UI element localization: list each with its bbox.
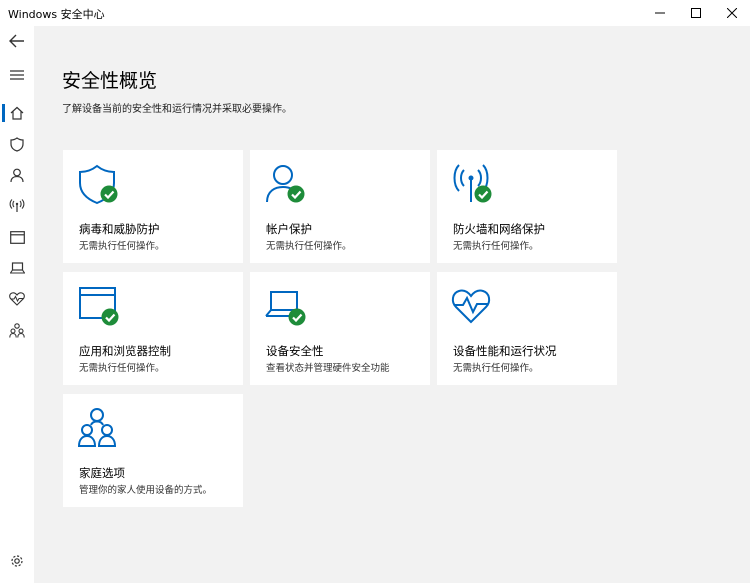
tile-status: 无需执行任何操作。 [453,363,539,374]
nav-home[interactable] [0,98,34,128]
menu-button[interactable] [0,60,34,90]
checkmark-badge [101,308,119,326]
family-icon [77,408,117,447]
wireless-icon [453,164,492,203]
tile-title: 设备性能和运行状况 [453,344,557,358]
title-bar: Windows 安全中心 [0,0,750,26]
back-icon [9,34,24,48]
nav-app-browser-control[interactable] [0,222,34,252]
tile-device-security[interactable]: 设备安全性 查看状态并管理硬件安全功能 [250,272,430,385]
minimize-icon [655,12,665,14]
tile-firewall-network[interactable]: 防火墙和网络保护 无需执行任何操作。 [437,150,617,263]
nav-firewall[interactable] [0,191,34,221]
tile-family-options[interactable]: 家庭选项 管理你的家人使用设备的方式。 [63,394,243,507]
nav-device-performance[interactable] [0,284,34,314]
tile-title: 家庭选项 [79,466,125,480]
nav-family-options[interactable] [0,315,34,345]
maximize-icon [691,8,701,18]
checkmark-badge [474,185,492,203]
back-button[interactable] [0,26,34,56]
menu-icon [10,70,24,80]
nav-device-security[interactable] [0,253,34,283]
page-subtitle: 了解设备当前的安全性和运行情况并采取必要操作。 [62,104,292,115]
settings-button[interactable] [0,546,34,576]
checkmark-badge [288,308,306,326]
tile-virus-threat-protection[interactable]: 病毒和威胁防护 无需执行任何操作。 [63,150,243,263]
family-icon [9,322,25,338]
close-icon [727,8,737,18]
tile-title: 应用和浏览器控制 [79,344,171,358]
tile-title: 病毒和威胁防护 [79,222,160,236]
tile-account-protection[interactable]: 帐户保护 无需执行任何操作。 [250,150,430,263]
nav-account-protection[interactable] [0,160,34,190]
close-button[interactable] [712,0,750,26]
nav-virus-protection[interactable] [0,129,34,159]
tile-status: 无需执行任何操作。 [266,241,352,252]
heart-pulse-icon [9,292,25,306]
tile-status: 无需执行任何操作。 [79,241,165,252]
wireless-icon [9,199,25,212]
tile-status: 无需执行任何操作。 [79,363,165,374]
browser-window-icon [79,287,119,326]
shield-icon [79,164,118,205]
person-icon [10,168,24,182]
tile-title: 帐户保护 [266,222,312,236]
nav-rail [0,26,34,583]
home-icon [10,106,24,120]
gear-icon [11,555,23,567]
tile-title: 防火墙和网络保护 [453,222,545,236]
laptop-icon [9,262,25,274]
tile-device-performance[interactable]: 设备性能和运行状况 无需执行任何操作。 [437,272,617,385]
shield-icon [10,136,24,152]
page-title: 安全性概览 [62,70,158,92]
browser-window-icon [9,230,25,244]
main-content: 安全性概览 了解设备当前的安全性和运行情况并采取必要操作。 病毒和威胁防护 无需… [34,26,750,583]
checkmark-badge [100,185,118,203]
tile-app-browser-control[interactable]: 应用和浏览器控制 无需执行任何操作。 [63,272,243,385]
minimize-button[interactable] [640,0,680,26]
checkmark-badge [287,185,305,203]
window-title: Windows 安全中心 [8,8,105,21]
laptop-icon [265,291,306,326]
tile-status: 无需执行任何操作。 [453,241,539,252]
person-icon [266,165,305,203]
tile-status: 管理你的家人使用设备的方式。 [79,485,213,496]
tile-status: 查看状态并管理硬件安全功能 [266,363,390,374]
heart-pulse-icon [451,289,491,324]
tile-title: 设备安全性 [266,344,324,358]
maximize-button[interactable] [676,0,716,26]
